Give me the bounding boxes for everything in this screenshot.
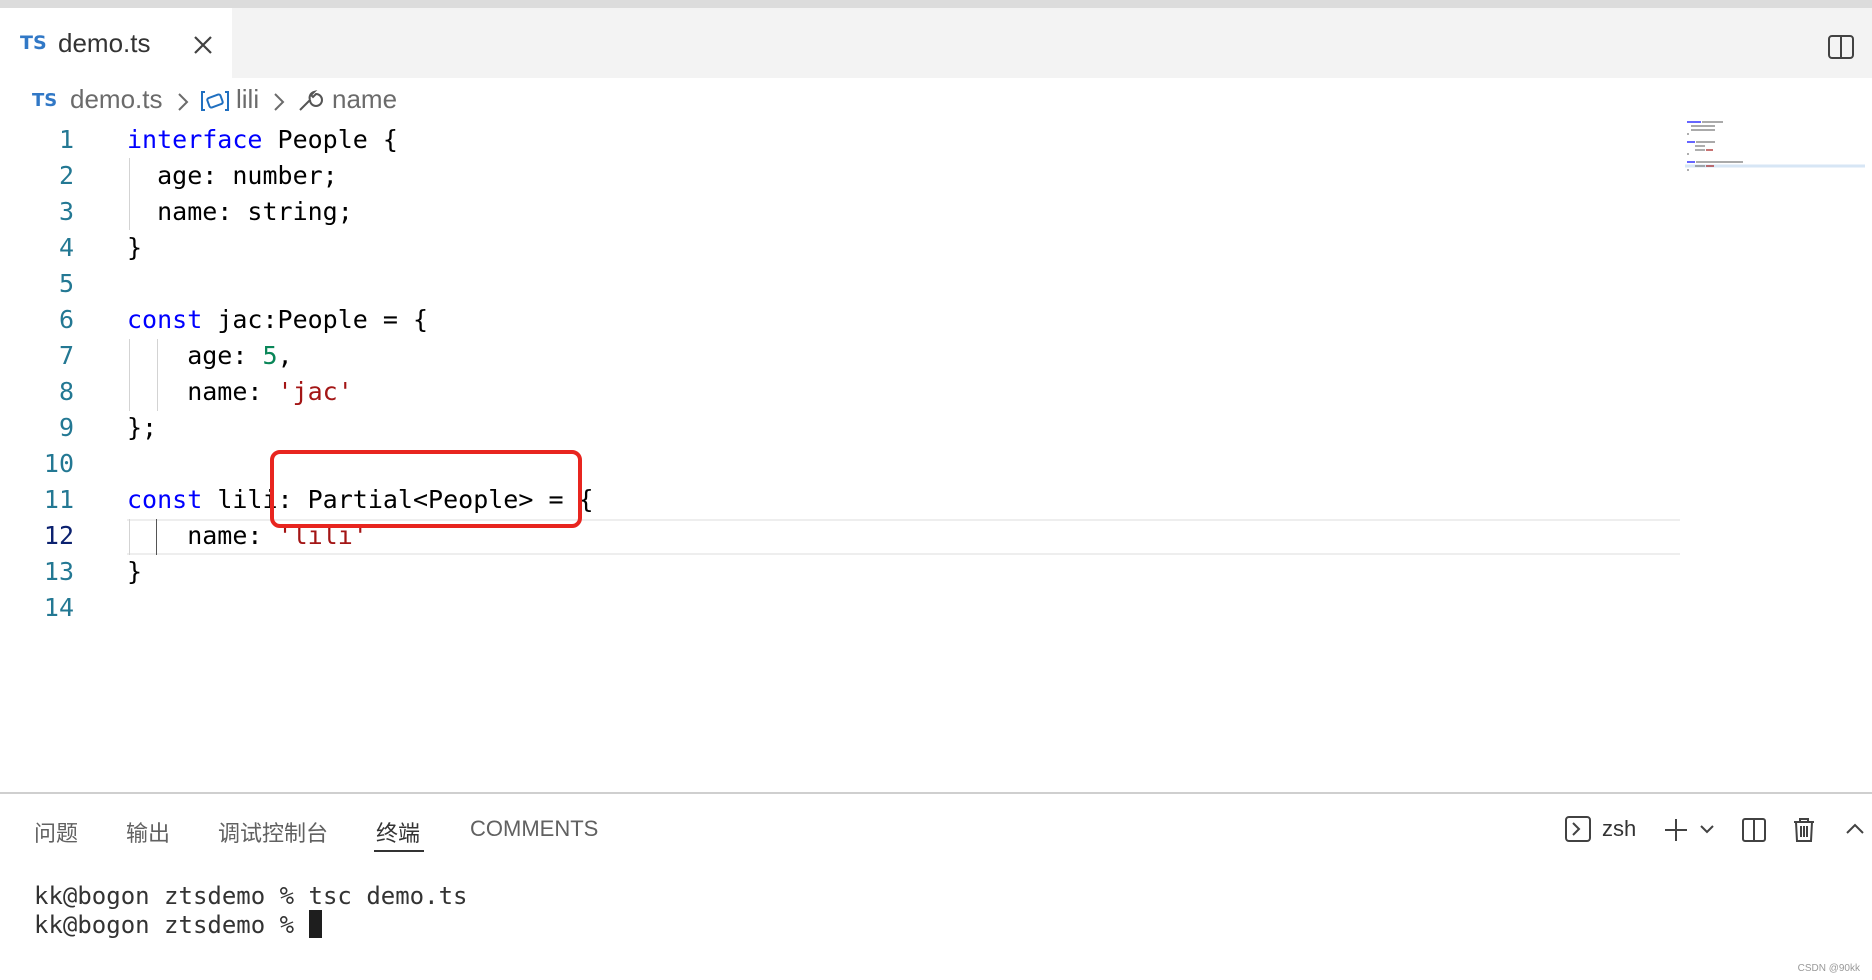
chevron-right-icon — [274, 93, 285, 111]
line-number: 3 — [58, 197, 74, 226]
code-line[interactable]: 6 const jac:People = { — [0, 302, 1680, 338]
line-number: 7 — [58, 341, 74, 370]
line-number: 9 — [58, 413, 74, 442]
chevron-up-icon[interactable] — [1844, 820, 1866, 838]
trash-icon[interactable] — [1790, 816, 1818, 844]
code-text: age: 5, — [127, 338, 293, 374]
highlight-annotation-box — [270, 450, 582, 528]
add-terminal-icon[interactable] — [1662, 816, 1690, 844]
code-token: jac:People = { — [202, 305, 429, 334]
code-text: const jac:People = { — [127, 302, 428, 338]
code-text: } — [127, 230, 142, 266]
terminal-icon — [1565, 816, 1591, 842]
code-token: age: — [127, 341, 263, 370]
terminal-cursor — [308, 910, 322, 938]
line-number: 11 — [43, 485, 74, 514]
code-line[interactable]: 9}; — [0, 410, 1680, 446]
code-line[interactable]: 1 interface People { — [0, 122, 1680, 158]
code-token: name: string; — [127, 197, 353, 226]
chevron-right-icon — [178, 93, 189, 111]
code-token: 'jac' — [277, 377, 353, 406]
code-token: const — [127, 485, 203, 514]
code-token: interface — [127, 125, 263, 154]
code-line[interactable]: 2 age: number; — [0, 158, 1680, 194]
code-line[interactable]: 14 — [0, 590, 1680, 626]
code-text: interface People { — [127, 122, 398, 158]
code-line[interactable]: 13} — [0, 554, 1680, 590]
code-token: People { — [262, 125, 398, 154]
code-line[interactable]: 5 — [0, 266, 1680, 302]
breadcrumb-file[interactable]: demo.ts — [70, 84, 163, 115]
code-line[interactable]: 3 name: string; — [0, 194, 1680, 230]
typescript-file-icon: TS — [20, 32, 47, 54]
code-text: } — [127, 554, 142, 590]
line-number: 10 — [43, 449, 74, 478]
code-token: const — [127, 305, 203, 334]
split-editor-icon[interactable] — [1826, 32, 1856, 62]
split-terminal-icon[interactable] — [1740, 816, 1768, 844]
window-top-strip — [0, 0, 1872, 8]
code-text: }; — [127, 410, 157, 446]
code-token: 5 — [262, 341, 278, 370]
terminal-prompt: kk@bogon ztsdemo % — [34, 911, 309, 939]
editor-tab-bar: TS demo.ts — [0, 8, 1872, 78]
code-text: name: 'jac' — [127, 374, 353, 410]
panel-tab[interactable]: COMMENTS — [470, 816, 598, 842]
code-token: }; — [127, 413, 158, 442]
line-number: 12 — [43, 521, 74, 550]
panel-tab[interactable]: 终端 — [376, 816, 420, 848]
chevron-down-icon[interactable] — [1698, 820, 1716, 838]
line-number: 2 — [58, 161, 74, 190]
terminal-line: kk@bogon ztsdemo % tsc demo.ts — [34, 882, 468, 910]
code-line[interactable]: 7 age: 5, — [0, 338, 1680, 374]
line-number: 4 — [58, 233, 74, 262]
line-number: 13 — [43, 557, 74, 586]
code-line[interactable]: 12 name: 'lili' — [0, 518, 1680, 554]
panel-tab[interactable]: 调试控制台 — [218, 816, 328, 848]
code-text: age: number; — [127, 158, 338, 194]
watermark: CSDN @90kk — [1797, 963, 1860, 974]
breadcrumb-ts-icon: TS — [32, 90, 58, 111]
active-tab-underline — [374, 850, 424, 852]
panel-tab[interactable]: 问题 — [34, 816, 78, 848]
line-number: 1 — [58, 125, 74, 154]
code-token: name: — [127, 377, 278, 406]
line-number: 6 — [58, 305, 74, 334]
code-token: age: number; — [127, 161, 338, 190]
tab-label: demo.ts — [58, 28, 151, 58]
variable-icon — [201, 91, 229, 111]
line-number: 14 — [43, 593, 74, 622]
line-number: 5 — [58, 269, 74, 298]
wrench-icon — [299, 90, 323, 111]
panel-divider — [0, 792, 1872, 794]
code-line[interactable]: 10 — [0, 446, 1680, 482]
tab-demo-ts[interactable]: TS demo.ts — [0, 8, 232, 78]
code-token: } — [127, 233, 143, 262]
terminal-line: kk@bogon ztsdemo % — [34, 910, 322, 939]
code-text: name: string; — [127, 194, 353, 230]
terminal-toolbar: zsh — [1560, 812, 1872, 848]
close-icon[interactable] — [190, 32, 216, 58]
shell-label[interactable]: zsh — [1602, 816, 1636, 842]
code-token: } — [127, 557, 143, 586]
code-line[interactable]: 11 const lili: Partial<People> = { — [0, 482, 1680, 518]
breadcrumb: TS demo.ts lili name — [0, 78, 1872, 122]
line-number: 8 — [58, 377, 74, 406]
minimap[interactable] — [1685, 118, 1865, 178]
breadcrumb-symbol[interactable]: lili — [236, 84, 259, 115]
code-line[interactable]: 8 name: 'jac' — [0, 374, 1680, 410]
breadcrumb-property[interactable]: name — [332, 84, 397, 115]
code-line[interactable]: 4} — [0, 230, 1680, 266]
code-token: , — [277, 341, 293, 370]
panel-tab[interactable]: 输出 — [126, 816, 170, 848]
code-token: name: — [127, 521, 278, 550]
